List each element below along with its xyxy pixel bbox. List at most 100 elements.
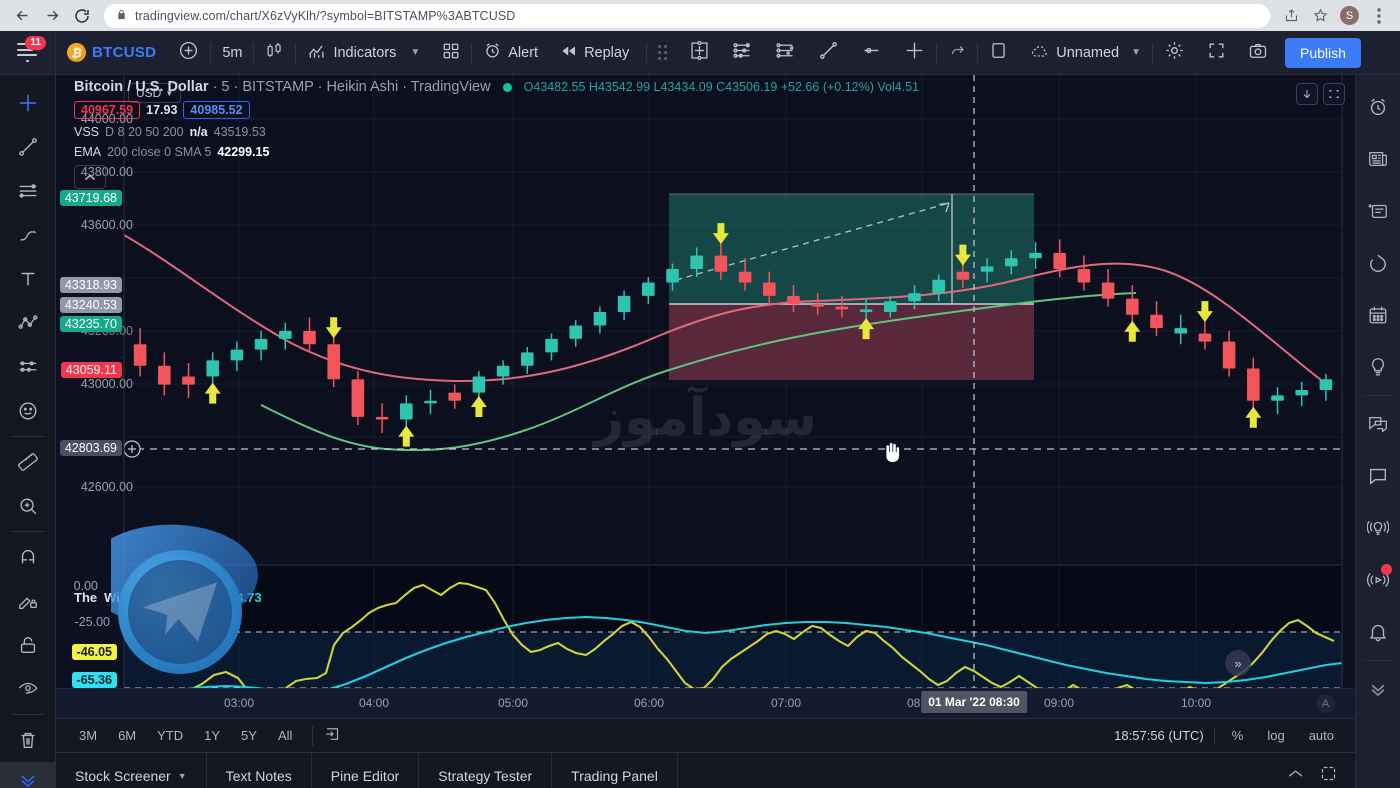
messages-icon[interactable]	[1358, 450, 1398, 502]
lock-tool[interactable]	[8, 623, 48, 667]
vss-na: n/a	[189, 125, 208, 139]
watchlist-alerts-icon[interactable]	[1358, 81, 1398, 133]
tab-trading-panel[interactable]: Trading Panel	[552, 753, 678, 788]
candle	[496, 365, 510, 377]
trend-line-button[interactable]	[807, 31, 850, 75]
collapse-legend-button[interactable]	[74, 165, 106, 189]
time-scale[interactable]: 03:00 04:00 05:00 06:00 07:00 08:00 09:0…	[56, 688, 1355, 718]
address-bar[interactable]: tradingview.com/chart/X6zVyKlh/?symbol=B…	[104, 3, 1270, 28]
tab-strategy-tester[interactable]: Strategy Tester	[419, 753, 553, 788]
vss-indicator-row[interactable]: VSS D 8 20 50 200 n/a 43519.53	[74, 125, 919, 139]
settings-button[interactable]	[1153, 31, 1196, 75]
back-arrow-icon[interactable]	[8, 2, 36, 30]
alert-button[interactable]: Alert	[472, 31, 549, 75]
trend-line-tool[interactable]	[8, 125, 48, 169]
chart-canvas[interactable]: Bitcoin / U.S. Dollar · 5 · BITSTAMP · H…	[56, 75, 1355, 688]
expand-oscillator-button[interactable]: »	[1225, 650, 1251, 676]
divider	[1363, 395, 1393, 396]
notes-icon[interactable]	[1358, 185, 1398, 237]
chevron-down-icon[interactable]: ▼	[410, 47, 420, 58]
range-3m[interactable]: 3M	[70, 725, 106, 746]
collapse-drawing-toolbar-button[interactable]	[0, 762, 56, 788]
replay-button[interactable]: Replay	[549, 31, 640, 75]
range-6m[interactable]: 6M	[109, 725, 145, 746]
camera-icon	[1248, 41, 1268, 65]
hide-drawings-tool[interactable]	[8, 667, 48, 711]
calendar-icon[interactable]	[1358, 289, 1398, 341]
fullscreen-button[interactable]	[1196, 31, 1237, 75]
zoom-in-tool[interactable]	[8, 484, 48, 528]
range-5y[interactable]: 5Y	[232, 725, 266, 746]
main-menu-button[interactable]: 11	[0, 30, 56, 75]
emoji-tool[interactable]	[8, 389, 48, 433]
chat-icon[interactable]	[1358, 398, 1398, 450]
collapse-panel-icon[interactable]	[1287, 767, 1304, 785]
saved-layout-button[interactable]: Unnamed ▼	[1019, 31, 1152, 75]
timezone-badge[interactable]: A	[1316, 694, 1335, 713]
expand-panel-icon[interactable]	[1320, 765, 1337, 787]
text-tool[interactable]	[8, 257, 48, 301]
bookmark-star-icon[interactable]	[1307, 3, 1333, 29]
reload-icon[interactable]	[68, 2, 96, 30]
magnet-layout-button[interactable]	[678, 31, 721, 75]
price-tag-entry: 43240.53	[59, 297, 122, 313]
crosshair-tool-button[interactable]	[893, 31, 936, 75]
remove-drawings-tool[interactable]	[8, 718, 48, 762]
prediction-tool[interactable]	[8, 345, 48, 389]
redo-button[interactable]	[937, 31, 977, 75]
chart-toolbar: 11 ₿ BTCUSD 5m Indicators ▼ Alert Replay…	[0, 30, 1400, 75]
auto-scale-button[interactable]: auto	[1302, 725, 1341, 746]
layout-select-button[interactable]	[978, 31, 1019, 75]
indicators-button[interactable]: Indicators ▼	[296, 31, 431, 75]
range-ytd[interactable]: YTD	[148, 725, 192, 746]
broadcast-idea-icon[interactable]	[1358, 502, 1398, 554]
range-1y[interactable]: 1Y	[195, 725, 229, 746]
chevron-down-icon[interactable]: ▼	[1131, 47, 1141, 58]
brush-tool[interactable]	[8, 213, 48, 257]
live-indicator-dot	[1381, 564, 1392, 575]
horizontal-lines-tool[interactable]	[8, 169, 48, 213]
collapse-right-sidebar-icon[interactable]	[1358, 663, 1398, 715]
horizontal-line-button[interactable]	[850, 31, 893, 75]
ema-params: 200 close 0 SMA 5	[107, 145, 212, 159]
avatar[interactable]: S	[1340, 6, 1359, 25]
toolbar-drag-handle[interactable]	[647, 31, 678, 75]
templates-button[interactable]	[431, 31, 471, 75]
drawing-lock-tool[interactable]	[8, 579, 48, 623]
maximize-pane-button[interactable]	[1323, 83, 1345, 105]
ideas-bulb-icon[interactable]	[1358, 341, 1398, 393]
ema-indicator-row[interactable]: EMA 200 close 0 SMA 5 42299.15	[74, 145, 919, 159]
range-all[interactable]: All	[269, 725, 301, 746]
streams-icon[interactable]	[1358, 554, 1398, 606]
snapshot-button[interactable]	[1237, 31, 1279, 75]
measure-tool[interactable]	[8, 440, 48, 484]
tab-text-notes[interactable]: Text Notes	[207, 753, 312, 788]
cursor-crosshair-tool[interactable]	[8, 81, 48, 125]
interval-button[interactable]: 5m	[211, 31, 253, 75]
fullscreen-icon	[1207, 41, 1226, 64]
percent-scale-button[interactable]: %	[1225, 725, 1251, 746]
tab-label: Stock Screener	[75, 767, 171, 784]
hotlist-icon[interactable]	[1358, 237, 1398, 289]
tab-pine-editor[interactable]: Pine Editor	[312, 753, 420, 788]
chart-style-button[interactable]	[254, 31, 295, 75]
tab-stock-screener[interactable]: Stock Screener ▼	[56, 753, 207, 788]
forward-arrow-icon[interactable]	[38, 2, 66, 30]
add-symbol-button[interactable]	[167, 31, 210, 75]
share-icon[interactable]	[1278, 3, 1304, 29]
log-scale-button[interactable]: log	[1260, 725, 1291, 746]
pattern-tool[interactable]	[8, 301, 48, 345]
candle	[303, 330, 316, 345]
notifications-bell-icon[interactable]	[1358, 606, 1398, 658]
chrome-menu-icon[interactable]	[1366, 3, 1392, 29]
fib-tool-button[interactable]	[764, 31, 807, 75]
magnet-tool[interactable]	[8, 535, 48, 579]
gann-tool-button[interactable]	[721, 31, 764, 75]
publish-button[interactable]: Publish	[1285, 37, 1361, 68]
symbol-search-button[interactable]: ₿ BTCUSD	[56, 31, 167, 75]
scroll-to-realtime-button[interactable]	[1296, 83, 1318, 105]
candlestick-icon	[265, 40, 284, 65]
goto-date-icon[interactable]	[324, 725, 342, 746]
chevron-down-icon[interactable]: ▼	[178, 771, 187, 781]
news-icon[interactable]	[1358, 133, 1398, 185]
